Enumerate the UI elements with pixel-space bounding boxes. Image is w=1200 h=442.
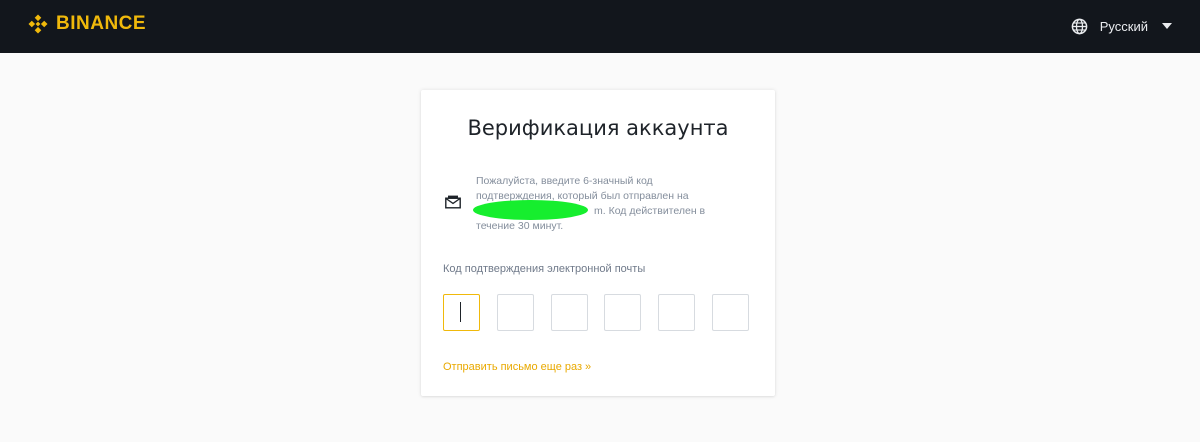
otp-field-label: Код подтверждения электронной почты [443,263,646,275]
language-selector[interactable]: Русский [1071,16,1172,36]
otp-digit-input-6[interactable] [712,294,749,331]
resend-email-link[interactable]: Отправить письмо еще раз» [443,361,591,373]
otp-digit-input-4[interactable] [604,294,641,331]
text-cursor [460,302,461,322]
top-navbar: BINANCE Русский [0,0,1200,53]
binance-logo[interactable]: BINANCE [26,12,146,36]
otp-digit-input-1[interactable] [443,294,480,331]
double-chevron-right-icon: » [585,361,592,373]
language-label: Русский [1099,18,1148,34]
resend-email-label: Отправить письмо еще раз [443,361,583,373]
otp-digit-input-5[interactable] [658,294,695,331]
instruction-line: течение 30 минут. [476,220,564,232]
instruction-line: Пожалуйста, введите 6-значный код [476,175,653,187]
page-title: Верификация аккаунта [467,116,729,140]
email-redaction [473,200,588,220]
chevron-down-icon [1162,23,1172,29]
otp-digit-input-2[interactable] [497,294,534,331]
brand-name: BINANCE [56,13,147,34]
verification-card: Верификация аккаунта Пожалуйста, введите… [421,90,775,396]
globe-icon [1071,18,1088,35]
binance-logo-icon [26,12,50,36]
otp-digit-input-3[interactable] [551,294,588,331]
